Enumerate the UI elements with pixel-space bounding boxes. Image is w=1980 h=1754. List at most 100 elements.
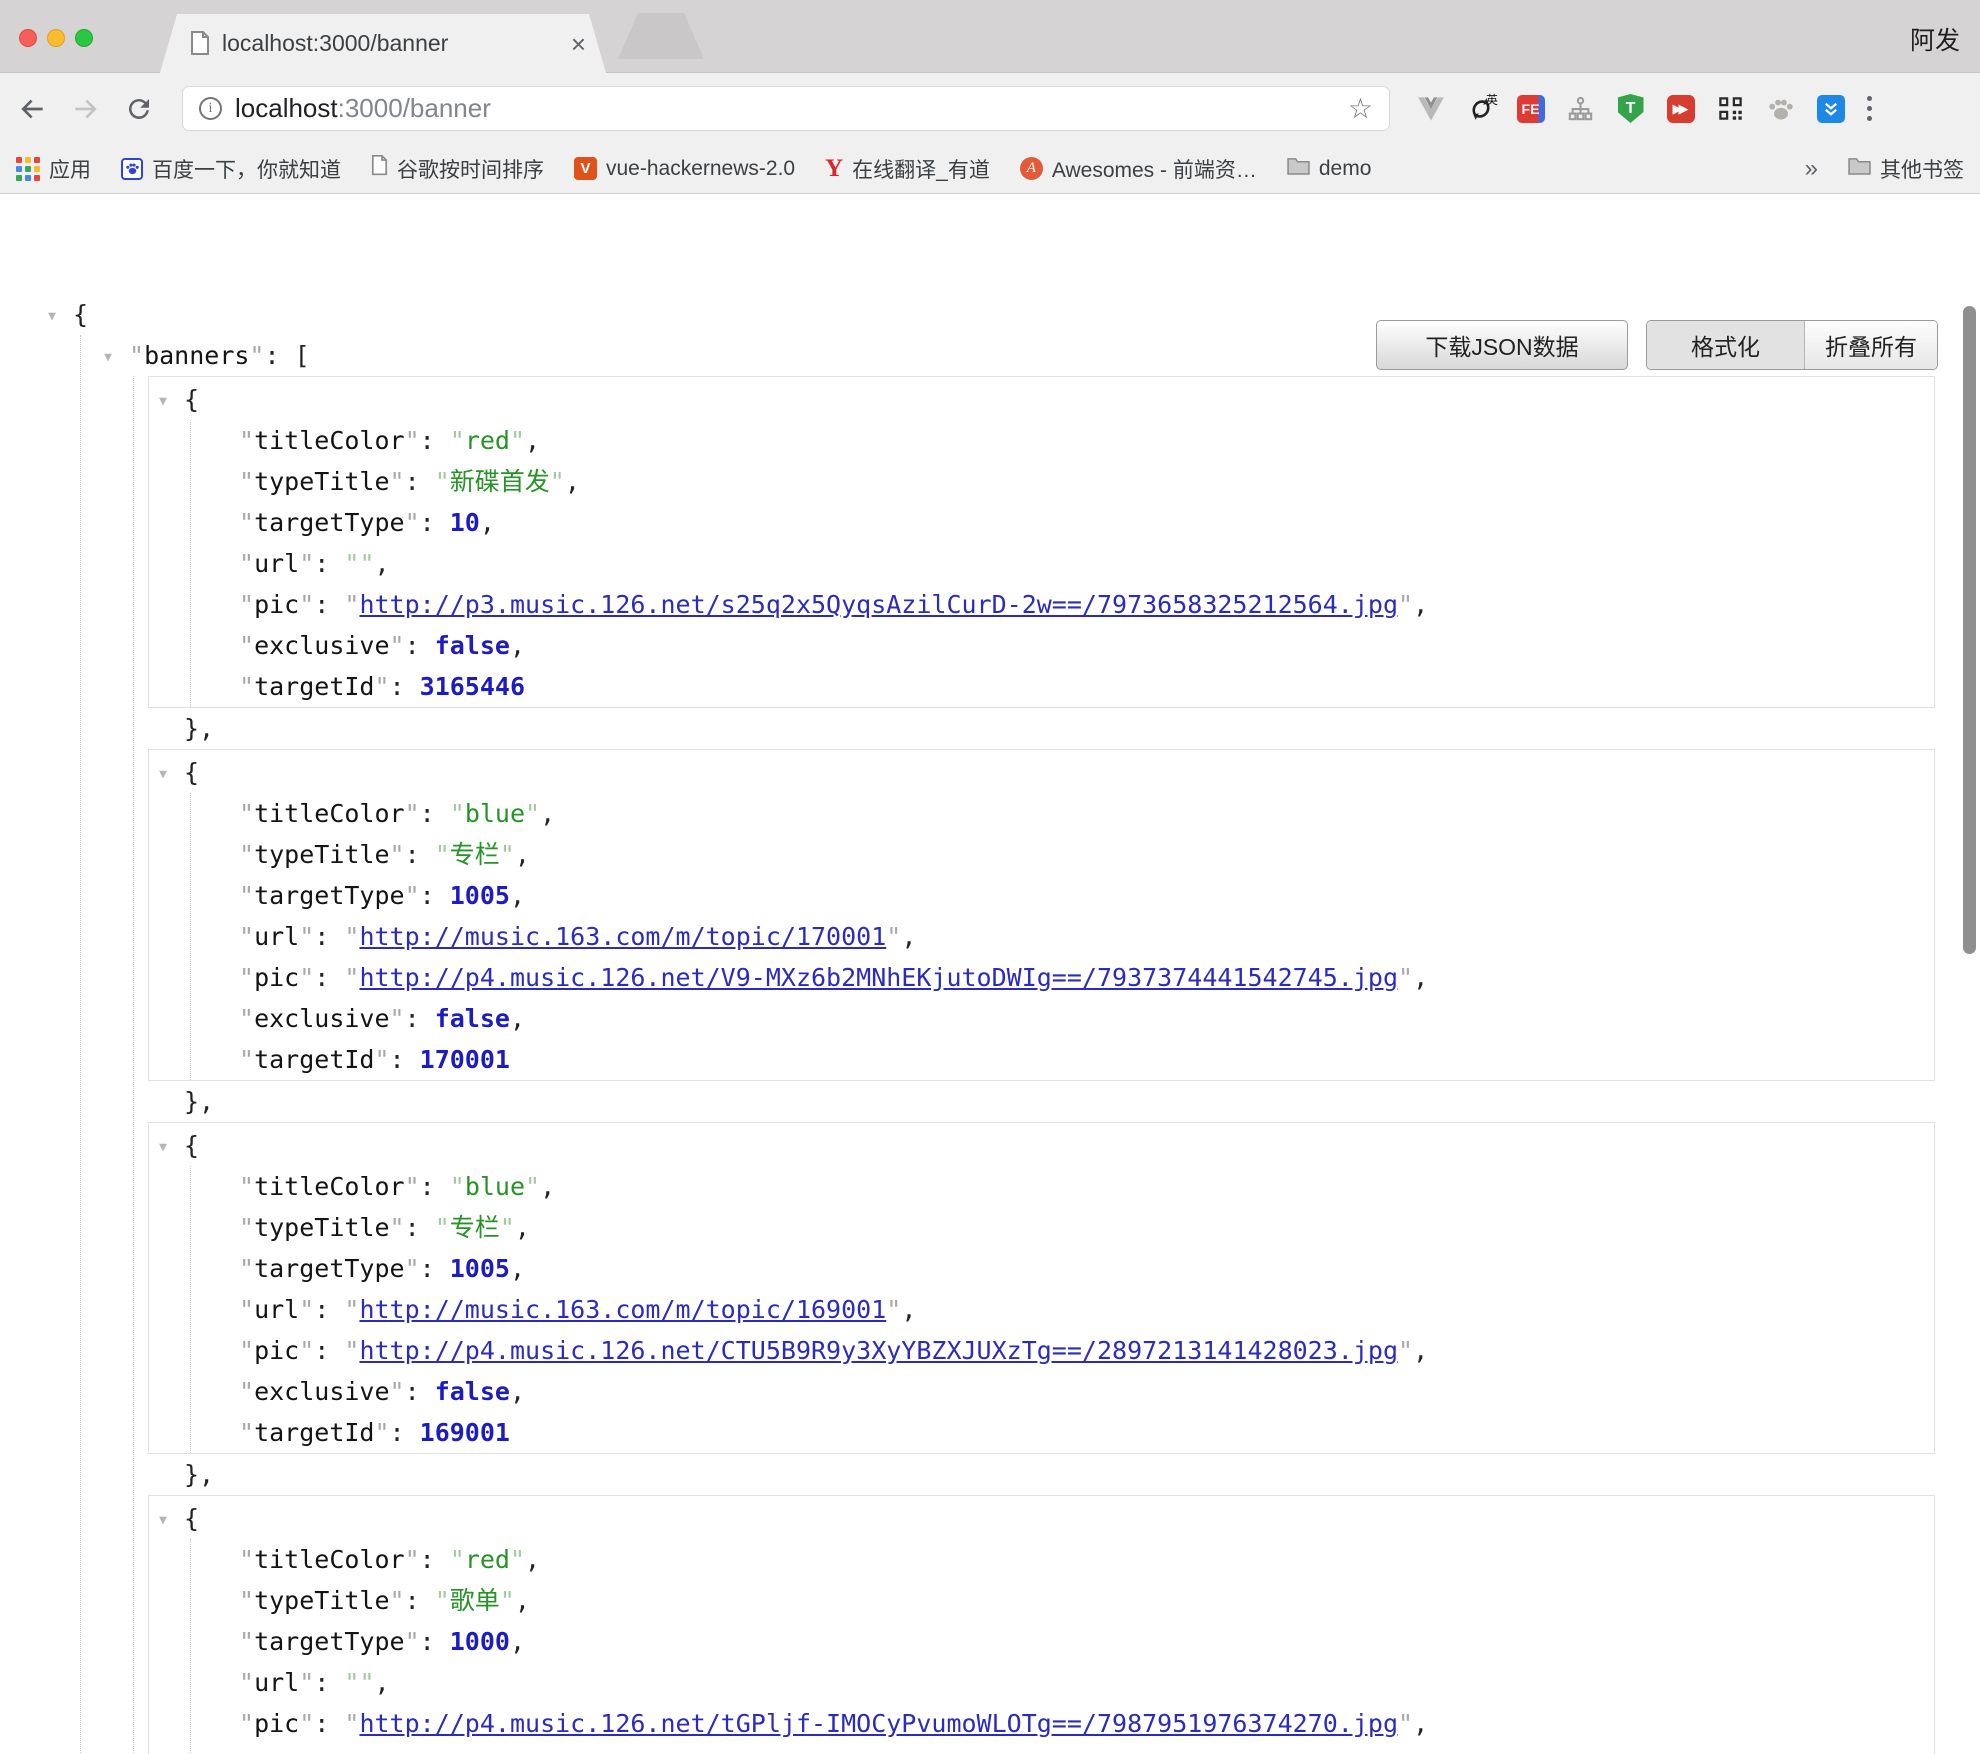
json-property-line: "targetId": 169001 [239,1412,1934,1453]
json-property-line: "typeTitle": "歌单", [239,1580,1934,1621]
json-key: targetType [254,1627,405,1656]
json-property-line: "titleColor": "red", [239,1539,1934,1580]
json-number-value: 3165446 [420,672,525,701]
fe-extension-icon[interactable]: FE [1516,94,1545,123]
json-url-link[interactable]: http://p3.music.126.net/s25q2x5QyqsAzilC… [359,590,1398,619]
bookmark-awesomes[interactable]: A Awesomes - 前端资… [1020,154,1257,184]
browser-tab[interactable]: localhost:3000/banner × [160,14,606,73]
new-tab-button[interactable] [618,13,704,59]
json-key: titleColor [254,1172,405,1201]
other-bookmarks-folder[interactable]: 其他书签 [1848,154,1964,184]
json-key: url [254,1295,299,1324]
json-key: titleColor [254,799,405,828]
tab-title: localhost:3000/banner [222,30,571,57]
json-object-open-line: ▼{ [149,1125,1934,1166]
url-text[interactable]: localhost:3000/banner [235,93,1348,124]
json-object-close-line: }, [148,1454,1980,1495]
apps-grid-icon [16,157,40,181]
json-number-value: 1005 [450,1254,510,1283]
json-property-line: "targetType": 10, [239,502,1934,543]
minimize-window-button[interactable] [47,29,65,47]
fast-forward-icon[interactable]: ▶▶ [1666,94,1695,123]
profile-name[interactable]: 阿发 [1910,21,1960,57]
json-string-value: 专栏 [450,840,500,869]
extension-icons: 英 FE T ▶▶ [1416,94,1845,123]
paw-icon[interactable] [1766,94,1795,123]
json-object-open-line: ▼{ [149,752,1934,793]
banner-object-box: ▼{"titleColor": "blue","typeTitle": "专栏"… [148,749,1935,1081]
json-key: pic [254,590,299,619]
collapse-triangle-icon[interactable]: ▼ [153,1500,173,1541]
json-number-value: 1000 [450,1627,510,1656]
json-key: titleColor [254,1545,405,1574]
close-window-button[interactable] [19,29,37,47]
vue-devtools-icon[interactable] [1416,94,1445,123]
banner-object-box: ▼{"titleColor": "blue","typeTitle": "专栏"… [148,1122,1935,1454]
bookmark-baidu[interactable]: 百度一下，你就知道 [121,154,341,184]
json-url-link[interactable]: http://p4.music.126.net/tGPljf-IMOCyPvum… [359,1709,1398,1738]
bookmark-google-sort[interactable]: 谷歌按时间排序 [371,154,544,184]
json-property-line: "pic": "http://p4.music.126.net/V9-MXz6b… [239,957,1934,998]
scroll-capture-icon[interactable] [1816,94,1845,123]
format-button[interactable]: 格式化 [1647,321,1805,369]
download-json-button[interactable]: 下载JSON数据 [1376,320,1628,370]
browser-menu-icon[interactable] [1867,96,1872,121]
address-bar[interactable]: i localhost:3000/banner ☆ [182,86,1390,131]
json-property-line: "targetType": 1005, [239,875,1934,916]
tab-close-icon[interactable]: × [571,31,586,57]
json-boolean-value: false [435,631,510,660]
json-key: typeTitle [254,1586,389,1615]
bookmark-vue-hackernews[interactable]: V vue-hackernews-2.0 [574,157,795,181]
json-property-line: "titleColor": "blue", [239,793,1934,834]
json-url-link[interactable]: http://music.163.com/m/topic/170001 [359,922,886,951]
bookmark-youdao[interactable]: Y 在线翻译_有道 [825,154,990,184]
youdao-icon: Y [825,156,843,181]
page-content: 下载JSON数据 格式化 折叠所有 ▼{ ▼"banners": [ ▼{"ti… [0,294,1980,1754]
collapse-triangle-icon[interactable]: ▼ [98,337,118,378]
tab-strip: localhost:3000/banner × 阿发 [0,0,1980,73]
json-string-value: 专栏 [450,1213,500,1242]
sitemap-icon[interactable] [1566,94,1595,123]
site-info-icon[interactable]: i [199,97,222,120]
json-key: url [254,922,299,951]
bookmark-label: demo [1319,157,1372,181]
view-mode-buttons: 格式化 折叠所有 [1646,320,1938,370]
collapse-triangle-icon[interactable]: ▼ [153,381,173,422]
json-string-value: red [465,426,510,455]
json-property-line: "url": "", [239,1662,1934,1703]
json-boolean-value: false [435,1004,510,1033]
json-url-link[interactable]: http://p4.music.126.net/V9-MXz6b2MNhEKju… [359,963,1398,992]
banner-object-box: ▼{"titleColor": "red","typeTitle": "新碟首发… [148,376,1935,708]
qrcode-icon[interactable] [1716,94,1745,123]
json-key: typeTitle [254,1213,389,1242]
json-string-value: 歌单 [450,1586,500,1615]
tampermonkey-shield-icon[interactable]: T [1616,94,1645,123]
other-bookmarks-label: 其他书签 [1880,154,1964,184]
zoom-window-button[interactable] [75,29,93,47]
json-object-open-line: ▼{ [149,1498,1934,1539]
bookmark-apps[interactable]: 应用 [16,154,91,184]
collapse-all-button[interactable]: 折叠所有 [1805,321,1937,369]
forward-button[interactable] [70,93,102,125]
json-key: targetType [254,1254,405,1283]
json-url-link[interactable]: http://p4.music.126.net/CTU5B9R9y3XyYBZX… [359,1336,1398,1365]
page-favicon-icon [190,31,210,56]
json-key: pic [254,963,299,992]
banner-object-box: ▼{"titleColor": "red","typeTitle": "歌单",… [148,1495,1935,1754]
bookmarks-overflow-chevron-icon[interactable]: » [1805,155,1818,183]
collapse-triangle-icon[interactable]: ▼ [153,1127,173,1168]
reload-button[interactable] [124,94,154,124]
vertical-scrollbar[interactable] [1963,306,1976,954]
bookmark-star-icon[interactable]: ☆ [1348,95,1373,123]
url-path: :3000/banner [338,93,491,123]
youdao-translate-icon[interactable]: 英 [1466,94,1495,123]
collapse-triangle-icon[interactable]: ▼ [42,296,62,337]
json-property-line: "typeTitle": "专栏", [239,1207,1934,1248]
bookmark-demo-folder[interactable]: demo [1287,156,1372,181]
bookmark-label: vue-hackernews-2.0 [606,157,795,181]
back-button[interactable] [16,93,48,125]
json-key: exclusive [254,1750,389,1754]
json-property-line: "targetId": 3165446 [239,666,1934,707]
json-url-link[interactable]: http://music.163.com/m/topic/169001 [359,1295,886,1324]
collapse-triangle-icon[interactable]: ▼ [153,754,173,795]
